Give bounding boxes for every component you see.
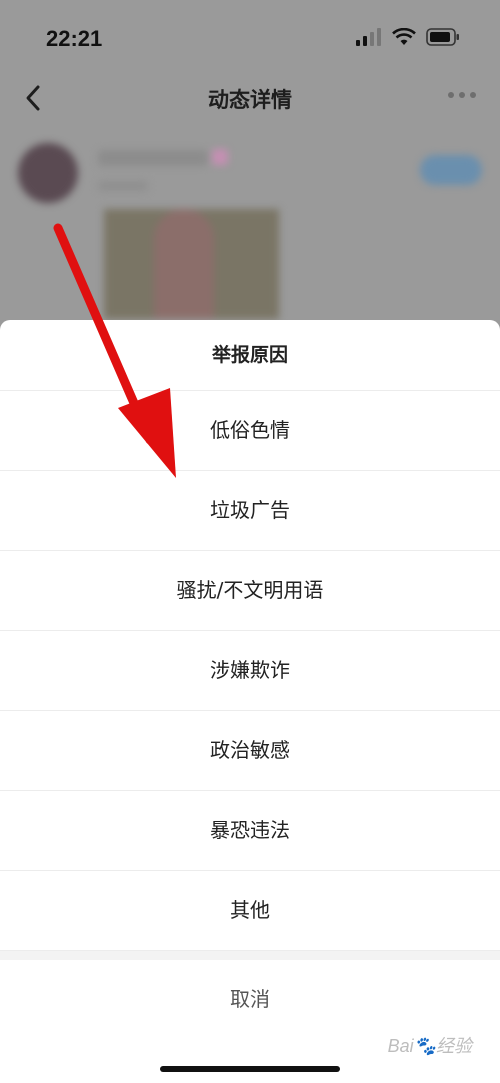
nav-bar: 动态详情 xyxy=(0,72,500,122)
cellular-signal-icon xyxy=(356,28,381,46)
report-action-sheet: 举报原因 低俗色情 垃圾广告 骚扰/不文明用语 涉嫌欺诈 政治敏感 暴恐违法 其… xyxy=(0,320,500,1083)
home-indicator[interactable] xyxy=(160,1066,340,1072)
status-time: 22:21 xyxy=(46,26,103,51)
username-blurred xyxy=(98,150,208,166)
sheet-title: 举报原因 xyxy=(0,320,500,391)
page-title: 动态详情 xyxy=(208,88,292,112)
option-spam-ads[interactable]: 垃圾广告 xyxy=(0,471,500,551)
option-violence[interactable]: 暴恐违法 xyxy=(0,791,500,871)
cancel-button[interactable]: 取消 xyxy=(0,960,500,1038)
avatar xyxy=(18,143,78,203)
more-icon[interactable] xyxy=(448,92,476,98)
battery-icon xyxy=(426,28,459,46)
option-vulgar[interactable]: 低俗色情 xyxy=(0,391,500,471)
status-bar: 22:21 xyxy=(0,0,500,80)
divider xyxy=(0,951,500,960)
post-image xyxy=(104,209,279,319)
status-icons xyxy=(356,28,460,46)
option-other[interactable]: 其他 xyxy=(0,871,500,951)
wifi-icon xyxy=(392,28,416,45)
option-fraud[interactable]: 涉嫌欺诈 xyxy=(0,631,500,711)
blurred-post xyxy=(0,125,500,325)
badge-icon xyxy=(212,149,228,165)
option-political[interactable]: 政治敏感 xyxy=(0,711,500,791)
subtitle-blurred xyxy=(98,181,148,191)
follow-button xyxy=(420,155,482,185)
option-harassment[interactable]: 骚扰/不文明用语 xyxy=(0,551,500,631)
baidu-watermark-logo: Bai🐾经验 xyxy=(387,1036,472,1056)
